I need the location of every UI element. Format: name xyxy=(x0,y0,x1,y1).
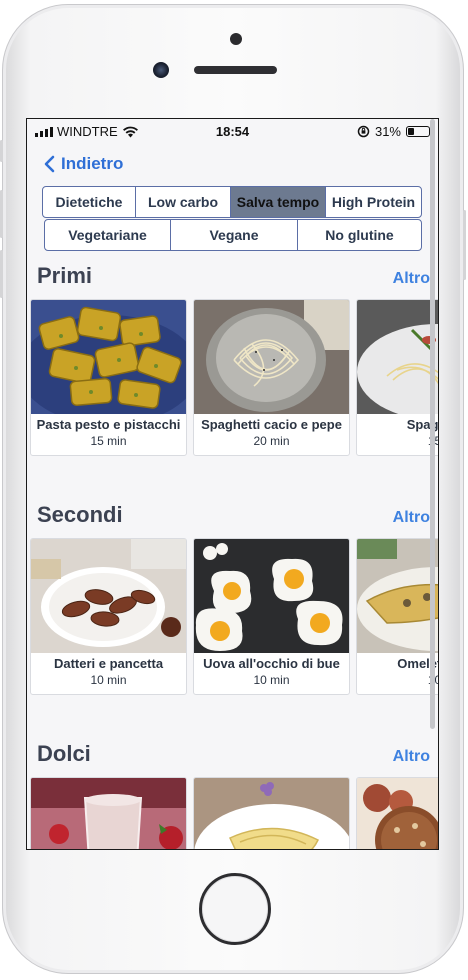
volume-down-button xyxy=(0,250,3,298)
more-link[interactable]: Altro xyxy=(393,748,430,766)
battery-percent: 31% xyxy=(374,124,401,139)
recipe-card[interactable]: Omelette ag 10 xyxy=(356,538,438,695)
recipe-image xyxy=(31,778,186,849)
recipe-card[interactable]: Datteri e pancetta 10 min xyxy=(30,538,187,695)
recipe-image xyxy=(357,778,438,849)
back-button[interactable]: Indietro xyxy=(43,154,123,174)
recipe-image xyxy=(31,300,186,414)
mute-switch xyxy=(0,140,3,162)
filter-chip-dietetiche[interactable]: Dietetiche xyxy=(43,187,135,217)
recipe-image xyxy=(357,300,438,414)
filter-chip-vegetariane[interactable]: Vegetariane xyxy=(45,220,170,250)
recipe-carousel xyxy=(27,777,438,849)
filter-row-1: Dietetiche Low carbo Salva tempo High Pr… xyxy=(42,186,422,218)
status-right: 31% xyxy=(357,124,433,139)
filter-chips: Dietetiche Low carbo Salva tempo High Pr… xyxy=(27,184,438,251)
recipe-card[interactable]: Uova all'occhio di bue 10 min xyxy=(193,538,350,695)
filter-chip-no-glutine[interactable]: No glutine xyxy=(297,220,421,250)
more-link[interactable]: Altro xyxy=(393,270,430,288)
recipe-carousel: Datteri e pancetta 10 min Uova all'occhi… xyxy=(27,538,438,695)
battery-level xyxy=(408,128,415,135)
filter-row-2: Vegetariane Vegane No glutine xyxy=(44,219,422,251)
wifi-icon xyxy=(122,126,138,137)
section-primi: Primi Altro Pasta pesto e pistacchi 15 m… xyxy=(27,251,438,456)
recipe-card[interactable] xyxy=(193,777,350,849)
recipe-image xyxy=(194,300,349,414)
filter-chip-low-carbo[interactable]: Low carbo xyxy=(135,187,230,217)
recipe-time: 10 min xyxy=(90,673,127,687)
recipe-name: Spaghett xyxy=(406,417,439,432)
recipe-name: Omelette ag xyxy=(397,656,438,671)
recipe-time: 15 min xyxy=(90,434,127,448)
recipe-carousel: Pasta pesto e pistacchi 15 min Spaghetti… xyxy=(27,299,438,456)
section-header: Primi Altro xyxy=(27,263,438,293)
status-left: WINDTRE xyxy=(35,124,139,139)
recipe-name: Pasta pesto e pistacchi xyxy=(36,417,181,432)
app-screen: WINDTRE 18:54 31% Indietro Dietetiche Lo… xyxy=(26,118,439,850)
recipe-card[interactable] xyxy=(356,777,438,849)
recipe-image xyxy=(194,539,349,653)
filter-chip-vegane[interactable]: Vegane xyxy=(170,220,297,250)
section-secondi: Secondi Altro Datteri e pancetta 10 min … xyxy=(27,456,438,695)
recipe-name: Datteri e pancetta xyxy=(53,656,164,671)
recipe-time: 10 xyxy=(357,673,438,687)
proximity-sensor xyxy=(230,33,242,45)
earpiece-speaker xyxy=(194,66,277,74)
recipe-time: 15 xyxy=(357,434,438,448)
home-button[interactable] xyxy=(199,873,271,945)
filter-chip-salva-tempo[interactable]: Salva tempo xyxy=(230,187,325,217)
status-bar: WINDTRE 18:54 31% xyxy=(27,119,438,144)
section-title: Dolci xyxy=(37,741,91,766)
more-link[interactable]: Altro xyxy=(393,509,430,527)
orientation-lock-icon xyxy=(357,125,370,138)
recipe-time: 20 min xyxy=(253,434,290,448)
section-title: Primi xyxy=(37,263,93,288)
recipe-time: 10 min xyxy=(253,673,290,687)
recipe-card[interactable]: Pasta pesto e pistacchi 15 min xyxy=(30,299,187,456)
recipe-name: Uova all'occhio di bue xyxy=(203,656,340,671)
recipe-image xyxy=(194,778,349,849)
section-dolci: Dolci Altro xyxy=(27,695,438,849)
recipe-name: Spaghetti cacio e pepe xyxy=(201,417,342,432)
recipe-card[interactable]: Spaghetti cacio e pepe 20 min xyxy=(193,299,350,456)
section-title: Secondi xyxy=(37,502,123,527)
filter-chip-high-protein[interactable]: High Protein xyxy=(325,187,421,217)
chevron-left-icon xyxy=(44,155,55,173)
recipe-card[interactable]: Spaghett 15 xyxy=(356,299,439,456)
recipe-image xyxy=(357,539,438,653)
section-header: Dolci Altro xyxy=(27,741,438,771)
power-button xyxy=(463,210,466,280)
scroll-indicator[interactable] xyxy=(430,119,435,729)
front-camera xyxy=(153,62,169,78)
volume-up-button xyxy=(0,190,3,238)
cellular-signal-icon xyxy=(35,126,53,137)
recipe-image xyxy=(31,539,186,653)
back-label: Indietro xyxy=(61,154,124,173)
carrier-name: WINDTRE xyxy=(57,124,118,139)
battery-icon xyxy=(406,126,433,137)
section-header: Secondi Altro xyxy=(27,502,438,532)
recipe-card[interactable] xyxy=(30,777,187,849)
navigation-bar: Indietro xyxy=(27,144,438,184)
